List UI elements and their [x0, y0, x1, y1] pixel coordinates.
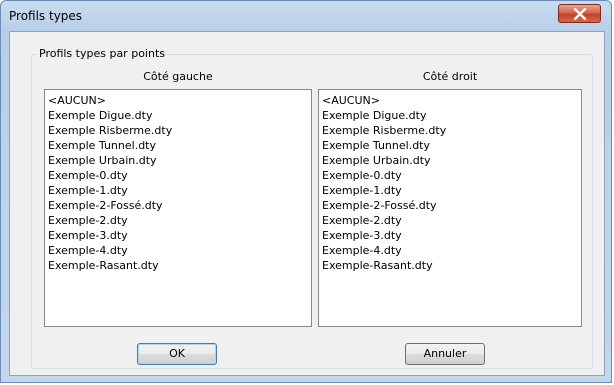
list-item[interactable]: Exemple-2-Fossé.dty [48, 198, 308, 213]
ok-button[interactable]: OK [137, 343, 217, 365]
list-item[interactable]: Exemple Risberme.dty [322, 123, 578, 138]
profiles-groupbox: Profils types par points Côté gauche Côt… [31, 47, 593, 369]
list-item[interactable]: Exemple-4.dty [48, 243, 308, 258]
list-item[interactable]: <AUCUN> [48, 93, 308, 108]
dialog-window: Profils types Profils types par points C… [0, 0, 612, 383]
right-profile-listbox[interactable]: <AUCUN> Exemple Digue.dty Exemple Risber… [318, 89, 582, 327]
list-item[interactable]: Exemple Risberme.dty [48, 123, 308, 138]
list-item[interactable]: <AUCUN> [322, 93, 578, 108]
list-item[interactable]: Exemple Tunnel.dty [48, 138, 308, 153]
list-item[interactable]: Exemple Urbain.dty [322, 153, 578, 168]
list-item[interactable]: Exemple Digue.dty [48, 108, 308, 123]
list-item[interactable]: Exemple-2-Fossé.dty [322, 198, 578, 213]
list-item[interactable]: Exemple-0.dty [48, 168, 308, 183]
list-item[interactable]: Exemple Urbain.dty [48, 153, 308, 168]
list-item[interactable]: Exemple-1.dty [322, 183, 578, 198]
left-column-header: Côté gauche [143, 70, 213, 83]
close-icon [573, 8, 587, 20]
list-item[interactable]: Exemple-2.dty [48, 213, 308, 228]
list-item[interactable]: Exemple-2.dty [322, 213, 578, 228]
window-title: Profils types [9, 9, 83, 23]
list-item[interactable]: Exemple-0.dty [322, 168, 578, 183]
list-item[interactable]: Exemple Digue.dty [322, 108, 578, 123]
list-item[interactable]: Exemple-3.dty [322, 228, 578, 243]
list-item[interactable]: Exemple Tunnel.dty [322, 138, 578, 153]
dialog-client-area: Profils types par points Côté gauche Côt… [9, 31, 605, 376]
groupbox-caption: Profils types par points [37, 47, 167, 60]
left-profile-listbox[interactable]: <AUCUN> Exemple Digue.dty Exemple Risber… [44, 89, 312, 327]
close-button[interactable] [558, 4, 601, 23]
list-item[interactable]: Exemple-Rasant.dty [48, 258, 308, 273]
list-item[interactable]: Exemple-3.dty [48, 228, 308, 243]
list-item[interactable]: Exemple-1.dty [48, 183, 308, 198]
list-item[interactable]: Exemple-4.dty [322, 243, 578, 258]
right-column-header: Côté droit [422, 70, 478, 83]
title-bar[interactable]: Profils types [1, 1, 611, 31]
cancel-button[interactable]: Annuler [405, 343, 485, 365]
list-item[interactable]: Exemple-Rasant.dty [322, 258, 578, 273]
